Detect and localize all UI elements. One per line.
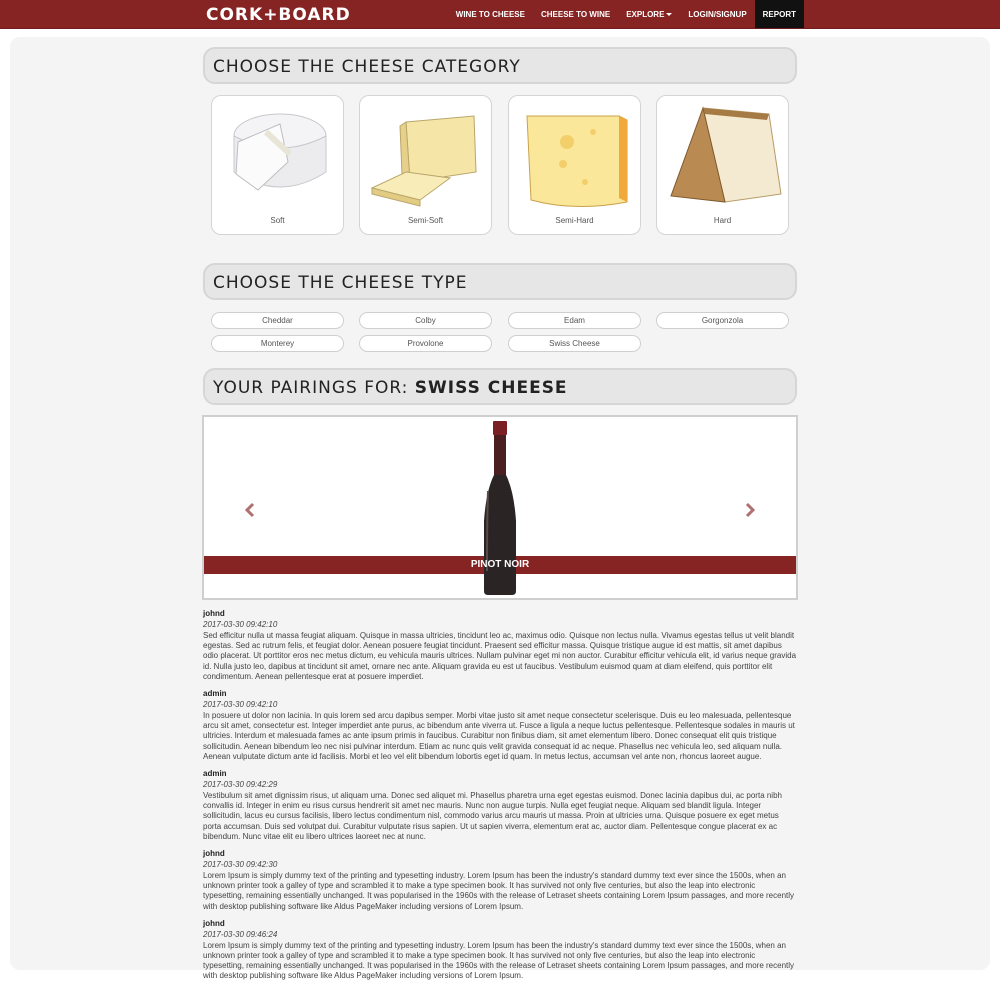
comment-timestamp: 2017-03-30 09:42:30 (203, 860, 278, 870)
comment-timestamp: 2017-03-30 09:42:10 (203, 700, 278, 710)
category-card-soft[interactable]: Soft (211, 95, 344, 235)
carousel-wine-name: PINOT NOIR (470, 559, 530, 570)
semi-hard-cheese-image (526, 115, 628, 207)
comments-list: johnd 2017-03-30 09:42:10 Sed efficitur … (203, 609, 797, 981)
comment-item: johnd 2017-03-30 09:46:24 Lorem Ipsum is… (203, 919, 797, 981)
type-option-colby[interactable]: Colby (359, 312, 492, 329)
category-label: Soft (270, 216, 285, 225)
comment-body: Vestibulum sit amet dignissim risus, ut … (203, 791, 782, 841)
comment-body: Sed efficitur nulla ut massa feugiat ali… (203, 631, 797, 681)
comment-item: admin 2017-03-30 09:42:29 Vestibulum sit… (203, 769, 797, 842)
type-option-cheddar[interactable]: Cheddar (211, 312, 344, 329)
hard-cheese-image (670, 106, 782, 203)
category-card-semi-soft[interactable]: Semi-Soft (359, 95, 492, 235)
comment-username: johnd (203, 849, 225, 859)
pairings-heading-bar: YOUR PAIRINGS FOR: SWISS CHEESE (203, 368, 797, 405)
type-option-gorgonzola[interactable]: Gorgonzola (656, 312, 789, 329)
comment-timestamp: 2017-03-30 09:46:24 (203, 929, 278, 939)
comment-username: johnd (203, 609, 225, 618)
comment-timestamp: 2017-03-30 09:42:10 (203, 620, 278, 629)
pairings-cheese-name: SWISS CHEESE (414, 378, 568, 398)
chevron-right-icon[interactable] (742, 502, 758, 518)
wine-carousel: PINOT NOIR (202, 415, 798, 600)
comment-body: Lorem Ipsum is simply dummy text of the … (203, 940, 795, 981)
nav-report[interactable]: REPORT (754, 0, 804, 28)
type-option-provolone[interactable]: Provolone (359, 335, 492, 352)
caret-down-icon (666, 12, 673, 16)
top-navbar: CORK+BOARD WINE TO CHEESE CHEESE TO WINE… (0, 0, 1000, 29)
type-option-monterey[interactable]: Monterey (211, 335, 344, 352)
comment-item: johnd 2017-03-30 09:42:30 Lorem Ipsum is… (203, 849, 797, 912)
nav-cheese-to-wine[interactable]: CHEESE TO WINE (533, 0, 618, 28)
nav-menu: WINE TO CHEESE CHEESE TO WINE EXPLORE LO… (448, 0, 804, 28)
category-label: Semi-Soft (407, 216, 444, 225)
comment-timestamp: 2017-03-30 09:42:29 (203, 780, 278, 790)
pairings-heading: YOUR PAIRINGS FOR: SWISS CHEESE (213, 378, 568, 398)
comment-item: johnd 2017-03-30 09:42:10 Sed efficitur … (203, 609, 797, 682)
category-heading-bar: CHOOSE THE CHEESE CATEGORY (203, 47, 797, 84)
comment-username: admin (203, 769, 227, 779)
category-heading: CHOOSE THE CHEESE CATEGORY (213, 57, 521, 77)
brand-logo[interactable]: CORK+BOARD (206, 5, 351, 25)
semi-soft-cheese-image (370, 115, 477, 207)
type-heading-bar: CHOOSE THE CHEESE TYPE (203, 263, 797, 300)
type-heading: CHOOSE THE CHEESE TYPE (213, 273, 468, 293)
nav-explore-dropdown[interactable]: EXPLORE (618, 0, 680, 28)
category-label: Hard (713, 216, 732, 225)
nav-explore-label: EXPLORE (626, 9, 665, 19)
chevron-left-icon[interactable] (242, 502, 258, 518)
comment-username: admin (203, 689, 227, 699)
nav-wine-to-cheese[interactable]: WINE TO CHEESE (448, 0, 533, 28)
category-label: Semi-Hard (555, 216, 594, 225)
category-card-hard[interactable]: Hard (656, 95, 789, 235)
nav-login-signup[interactable]: LOGIN/SIGNUP (680, 0, 754, 28)
comment-item: admin 2017-03-30 09:42:10 In posuere ut … (203, 689, 797, 762)
comment-username: johnd (203, 918, 225, 928)
comment-body: Lorem Ipsum is simply dummy text of the … (203, 871, 795, 911)
type-option-swiss-cheese[interactable]: Swiss Cheese (508, 335, 641, 352)
soft-cheese-image (233, 113, 327, 191)
pairings-prefix: YOUR PAIRINGS FOR: (213, 378, 409, 398)
comment-body: In posuere ut dolor non lacinia. In quis… (203, 711, 795, 761)
type-option-edam[interactable]: Edam (508, 312, 641, 329)
category-card-semi-hard[interactable]: Semi-Hard (508, 95, 641, 235)
